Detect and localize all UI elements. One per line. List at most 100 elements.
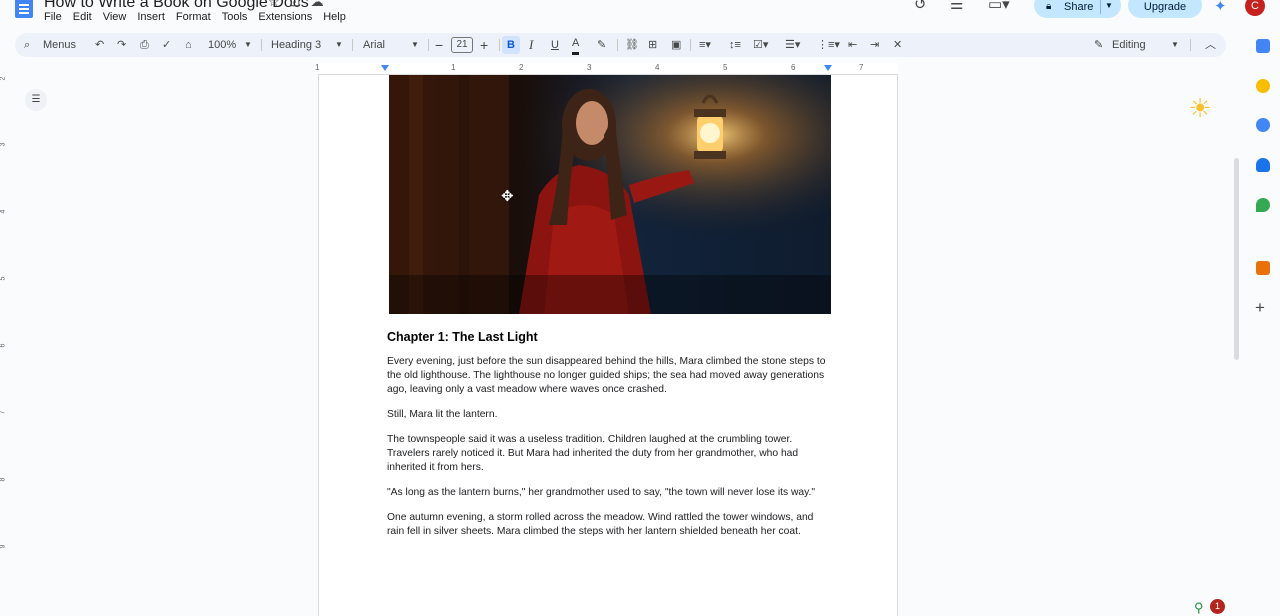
toolbar-divider [690,39,691,51]
paragraph[interactable]: One autumn evening, a storm rolled acros… [387,511,827,539]
ruler-number: 1 [451,63,456,72]
bulleted-list-icon[interactable]: ☰▾ [785,33,800,57]
upgrade-button[interactable]: Upgrade [1128,0,1202,18]
align-icon[interactable]: ≡▾ [699,33,711,57]
share-button[interactable]: 🔒︎ Share ▼ [1034,0,1121,18]
menu-insert[interactable]: Insert [137,11,165,23]
lock-icon: 🔒︎ [1046,1,1052,12]
numbered-list-icon[interactable]: ⋮≡▾ [817,33,840,57]
calendar-icon[interactable] [1256,39,1270,53]
menu-bar: File Edit View Insert Format Tools Exten… [44,11,346,23]
insert-image-icon[interactable]: ▣ [671,33,681,57]
menu-help[interactable]: Help [323,11,346,23]
left-indent-marker[interactable] [381,65,389,71]
keep-icon[interactable] [1256,79,1270,93]
scrollbar[interactable] [1234,158,1239,360]
undo-icon[interactable]: ↶ [95,33,104,57]
cloud-status-icon[interactable]: ☁ [311,0,324,10]
tasks-icon[interactable] [1256,118,1270,132]
zoom-chevron-icon[interactable]: ▼ [244,33,252,57]
notification-badge[interactable]: 1 [1210,599,1225,614]
contacts-icon[interactable] [1256,158,1270,172]
explore-icon[interactable]: ⚲ [1194,600,1204,616]
editing-pencil-icon[interactable]: ✎ [1094,33,1103,57]
font-size-input[interactable]: 21 [451,37,473,53]
move-folder-icon[interactable]: ⊡ [290,0,301,10]
style-select[interactable]: Heading 3 [271,33,321,57]
collapse-menus-icon[interactable]: ︿ [1205,33,1216,57]
style-chevron-icon[interactable]: ▼ [335,33,343,57]
toolbar-divider [261,39,262,51]
share-divider [1100,0,1101,14]
menu-view[interactable]: View [103,11,127,23]
star-icon[interactable]: ☆ [268,0,280,10]
toolbar-divider [499,39,500,51]
share-dropdown-icon[interactable]: ▼ [1105,1,1113,10]
increase-font-size-icon[interactable]: + [480,33,488,57]
insert-link-icon[interactable]: ⛓ [625,33,639,57]
print-icon[interactable]: ⎙ [140,33,149,57]
menu-extensions[interactable]: Extensions [258,11,312,23]
insert-comment-icon[interactable]: ⊞ [648,33,657,57]
document-body[interactable]: Chapter 1: The Last Light Every evening,… [387,330,827,550]
editing-chevron-icon[interactable]: ▼ [1171,33,1179,57]
paint-format-icon[interactable]: ⌂ [185,33,192,57]
search-menus-label[interactable]: Menus [43,33,76,57]
vertical-ruler: 234 567 89 [0,76,7,549]
right-indent-marker[interactable] [824,65,832,71]
toolbar-divider [352,39,353,51]
bold-icon[interactable]: B [502,36,520,54]
text-color-icon[interactable]: A [572,35,580,55]
editing-mode-select[interactable]: Editing [1112,33,1146,57]
document-outline-icon[interactable]: ☰ [25,89,47,111]
spellcheck-icon[interactable]: ✓ [162,33,171,57]
maps-icon[interactable] [1256,198,1270,212]
move-cursor-icon: ✥ [501,188,514,205]
decrease-font-size-icon[interactable]: − [435,33,443,57]
redo-icon[interactable]: ↷ [117,33,126,57]
highlight-icon[interactable]: ✎ [597,33,606,57]
meet-icon[interactable]: ▭▾ [988,0,1010,13]
side-panel [1246,30,1280,616]
horizontal-ruler[interactable]: 1 1 2 3 4 5 6 7 [315,63,898,75]
share-label: Share [1064,1,1094,13]
paragraph[interactable]: Every evening, just before the sun disap… [387,355,827,397]
ruler-number: 3 [587,63,592,72]
addon-icon[interactable] [1256,261,1270,275]
ruler-number: 4 [655,63,660,72]
toolbar-divider [428,39,429,51]
font-chevron-icon[interactable]: ▼ [411,33,419,57]
paragraph[interactable]: "As long as the lantern burns," her gran… [387,486,827,500]
toolbar-divider [1190,39,1191,51]
menu-format[interactable]: Format [176,11,211,23]
line-spacing-icon[interactable]: ↕≡ [729,33,741,57]
story-image[interactable]: ✥ [389,75,831,314]
add-addon-icon[interactable]: + [1255,298,1265,318]
version-history-icon[interactable]: ↺ [914,0,927,13]
increase-indent-icon[interactable]: ⇥ [870,33,879,57]
decrease-indent-icon[interactable]: ⇤ [848,33,857,57]
font-select[interactable]: Arial [363,33,385,57]
menu-file[interactable]: File [44,11,62,23]
toolbar: ⌕ Menus ↶ ↷ ⎙ ✓ ⌂ 100% ▼ Heading 3 ▼ Ari… [15,33,1226,57]
underline-icon[interactable]: U [551,33,559,57]
ruler-number: 6 [791,63,796,72]
menu-tools[interactable]: Tools [222,11,248,23]
search-menus-icon[interactable]: ⌕ [24,33,30,57]
ruler-number: 1 [315,63,320,72]
gemini-icon[interactable]: ✦ [1214,0,1227,15]
chapter-heading[interactable]: Chapter 1: The Last Light [387,330,827,344]
zoom-select[interactable]: 100% [208,33,236,57]
comments-icon[interactable]: ☰ [950,0,963,13]
paragraph[interactable]: The townspeople said it was a useless tr… [387,433,827,475]
paragraph[interactable]: Still, Mara lit the lantern. [387,408,827,422]
italic-icon[interactable]: I [529,33,533,57]
clear-formatting-icon[interactable]: ✕ [893,33,902,57]
docs-logo-icon[interactable] [15,0,33,18]
toolbar-divider [617,39,618,51]
checklist-icon[interactable]: ☑▾ [753,33,768,57]
menu-edit[interactable]: Edit [73,11,92,23]
document-page[interactable]: ✥ Chapter 1: The Last Light Every evenin… [318,75,898,616]
weather-sun-icon: ☀ [1188,93,1212,123]
ruler-number: 5 [723,63,728,72]
